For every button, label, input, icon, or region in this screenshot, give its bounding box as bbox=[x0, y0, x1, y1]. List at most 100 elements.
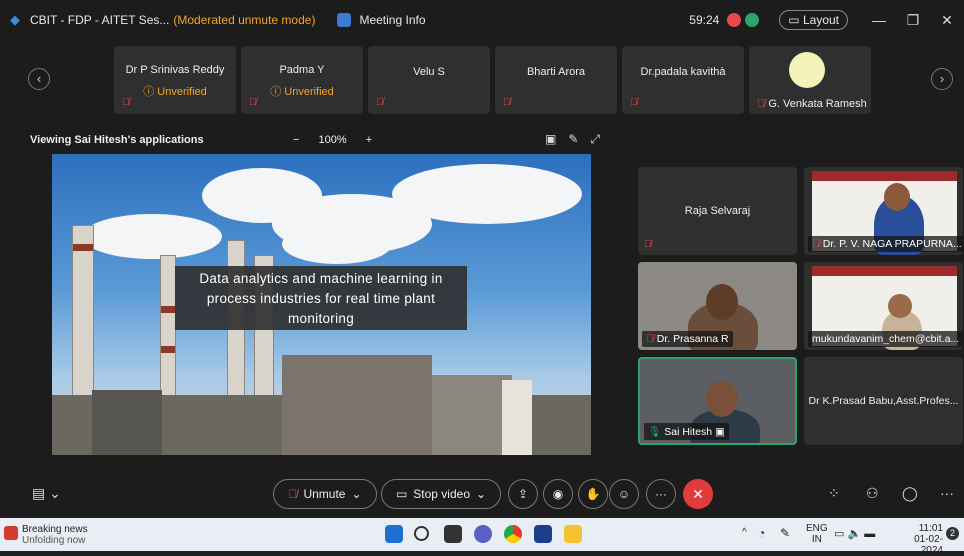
tank-shape bbox=[502, 380, 532, 455]
record-icon[interactable]: ◉ bbox=[543, 479, 573, 509]
file-explorer-icon[interactable] bbox=[564, 525, 582, 543]
annotate-icon[interactable]: ▣ bbox=[545, 132, 568, 146]
share-viewing-label: Viewing Sai Hitesh's applications bbox=[30, 134, 204, 146]
participant-name: Padma Y bbox=[279, 64, 325, 76]
more-icon[interactable]: ··· bbox=[940, 485, 954, 501]
restore-button[interactable]: ❐ bbox=[896, 12, 930, 29]
minimize-button[interactable]: — bbox=[862, 12, 896, 28]
plant-building-shape bbox=[282, 355, 432, 455]
chevron-down-icon[interactable]: ⌄ bbox=[476, 487, 486, 501]
chat-app-icon[interactable] bbox=[474, 525, 492, 543]
video-tile-active-speaker[interactable]: 🎙 Sai Hitesh ▣ bbox=[638, 357, 797, 445]
cloud-shape bbox=[392, 164, 582, 224]
notification-badge[interactable]: 2 bbox=[946, 527, 959, 540]
zoom-in-button[interactable]: + bbox=[366, 134, 372, 146]
participant-name: Dr.padala kavithà bbox=[640, 66, 726, 78]
strip-next-button[interactable]: › bbox=[931, 68, 953, 90]
task-view-icon[interactable] bbox=[444, 525, 462, 543]
cloud-shape bbox=[82, 214, 222, 259]
participant-name: Raja Selvaraj bbox=[684, 205, 751, 217]
chevron-up-icon[interactable]: ^ bbox=[742, 527, 747, 538]
chimney-shape bbox=[160, 255, 176, 415]
leave-meeting-button[interactable]: ✕ bbox=[683, 479, 713, 509]
mic-muted-icon: 🎙̸ bbox=[288, 487, 298, 501]
video-tile[interactable]: 🎙̸ Dr. P. V. NAGA PRAPURNA... bbox=[804, 167, 963, 255]
chrome-icon[interactable] bbox=[504, 525, 522, 543]
unverified-badge: ⓘ Unverified bbox=[143, 86, 207, 98]
participant-tile[interactable]: Bharti Arora 🎙̸ bbox=[495, 46, 617, 114]
webex-app-icon[interactable] bbox=[534, 525, 552, 543]
face-shape bbox=[888, 294, 912, 318]
zoom-level: 100% bbox=[318, 134, 347, 146]
apps-icon[interactable]: ⁘ bbox=[828, 485, 840, 502]
news-subtitle: Unfolding now bbox=[22, 535, 86, 546]
participant-name: 🎙̸ G. Venkata Ramesh bbox=[757, 98, 867, 110]
zoom-controls: − 100% + bbox=[285, 134, 380, 146]
news-widget[interactable]: Breaking news Unfolding now bbox=[22, 524, 88, 546]
face-shape bbox=[706, 284, 738, 320]
unverified-badge: ⓘ Unverified bbox=[270, 86, 334, 98]
webex-meeting-window: ◆ CBIT - FDP - AITET Ses... (Moderated u… bbox=[0, 0, 964, 518]
participant-name: Bharti Arora bbox=[526, 66, 586, 78]
chat-icon[interactable]: ◯ bbox=[902, 485, 918, 502]
strip-prev-button[interactable]: ‹ bbox=[28, 68, 50, 90]
stop-video-label: Stop video bbox=[413, 487, 470, 501]
search-icon[interactable] bbox=[414, 526, 429, 541]
captions-icon[interactable]: ▤ ⌄ bbox=[32, 485, 61, 502]
mic-tray-icon[interactable]: ✎ bbox=[780, 526, 790, 540]
meeting-info-button[interactable]: Meeting Info bbox=[359, 13, 425, 27]
plant-building-shape bbox=[92, 390, 162, 455]
participant-name: 🎙̸ Dr. P. V. NAGA PRAPURNA... bbox=[808, 236, 963, 252]
mic-muted-icon: 🎙̸ bbox=[249, 97, 257, 108]
mic-muted-icon: 🎙̸ bbox=[122, 97, 130, 108]
participant-name: 🎙̸ Dr. Prasanna R bbox=[642, 331, 733, 347]
mic-muted-icon: 🎙̸ bbox=[630, 97, 638, 108]
chevron-down-icon[interactable]: ⌄ bbox=[351, 487, 361, 501]
video-tile[interactable]: Dr K.Prasad Babu,Asst.Profes... bbox=[804, 357, 963, 445]
language-indicator[interactable]: ENG IN bbox=[806, 523, 828, 545]
mic-muted-icon: 🎙̸ bbox=[376, 97, 384, 108]
meeting-title: CBIT - FDP - AITET Ses... bbox=[30, 13, 170, 27]
raise-hand-icon[interactable]: ✋ bbox=[578, 479, 608, 509]
reactions-icon[interactable]: ☺ bbox=[609, 479, 639, 509]
news-title: Breaking news bbox=[22, 524, 88, 535]
start-icon[interactable] bbox=[385, 525, 403, 543]
participant-tile[interactable]: Padma Y ⓘ Unverified 🎙̸ bbox=[241, 46, 363, 114]
participants-icon[interactable]: ⚇ bbox=[866, 485, 879, 502]
avatar bbox=[789, 52, 825, 88]
layout-label: Layout bbox=[802, 13, 839, 27]
clock[interactable]: 11:01 01-02-2024 bbox=[893, 523, 943, 556]
layout-icon: ▭ bbox=[788, 13, 803, 27]
participant-name: Dr K.Prasad Babu,Asst.Profes... bbox=[808, 395, 959, 407]
video-tile[interactable]: 🎙̸ Dr. Prasanna R bbox=[638, 262, 797, 350]
participant-tile[interactable]: Velu S 🎙̸ bbox=[368, 46, 490, 114]
stop-video-button[interactable]: ▭ Stop video ⌄ bbox=[381, 479, 501, 509]
participant-name: Velu S bbox=[413, 66, 445, 78]
close-button[interactable]: ✕ bbox=[930, 12, 964, 29]
webex-tray-icon[interactable]: ◔ bbox=[758, 526, 765, 540]
participant-tile[interactable]: Dr P Srinivas Reddy ⓘ Unverified 🎙̸ bbox=[114, 46, 236, 114]
video-tile[interactable]: mukundavanim_chem@cbit.a... bbox=[804, 262, 963, 350]
mic-muted-icon: 🎙̸ bbox=[644, 239, 652, 250]
more-options-icon[interactable]: ··· bbox=[646, 479, 676, 509]
meeting-controls: ▤ ⌄ 🎙̸ Unmute ⌄ ▭ Stop video ⌄ ⇪ ◉ ✋ ☺ ·… bbox=[0, 479, 964, 511]
network-volume-battery-icons[interactable]: ▭ 🔈 ▬ bbox=[834, 527, 875, 540]
participant-tile[interactable]: 🎙̸ G. Venkata Ramesh bbox=[749, 46, 871, 114]
connection-status-icon[interactable] bbox=[745, 13, 760, 27]
video-tile[interactable]: Raja Selvaraj 🎙̸ bbox=[638, 167, 797, 255]
news-icon[interactable] bbox=[4, 526, 18, 540]
unmute-button[interactable]: 🎙̸ Unmute ⌄ bbox=[273, 479, 377, 509]
pen-icon[interactable]: ✎ bbox=[568, 132, 590, 146]
mic-muted-icon: 🎙̸ bbox=[503, 97, 511, 108]
slide-title: Data analytics and machine learning in p… bbox=[175, 266, 467, 330]
layout-button[interactable]: ▭ Layout bbox=[779, 10, 848, 30]
zoom-out-button[interactable]: − bbox=[293, 134, 299, 146]
camera-icon: ▭ bbox=[395, 487, 408, 501]
recording-icon[interactable] bbox=[727, 13, 742, 27]
cloud-shape bbox=[282, 224, 392, 264]
shield-icon[interactable] bbox=[337, 13, 352, 27]
participant-tile[interactable]: Dr.padala kavithà 🎙̸ bbox=[622, 46, 744, 114]
share-icon[interactable]: ⇪ bbox=[508, 479, 538, 509]
unmute-label: Unmute bbox=[303, 487, 346, 501]
expand-icon[interactable]: ⤢ bbox=[590, 132, 612, 146]
